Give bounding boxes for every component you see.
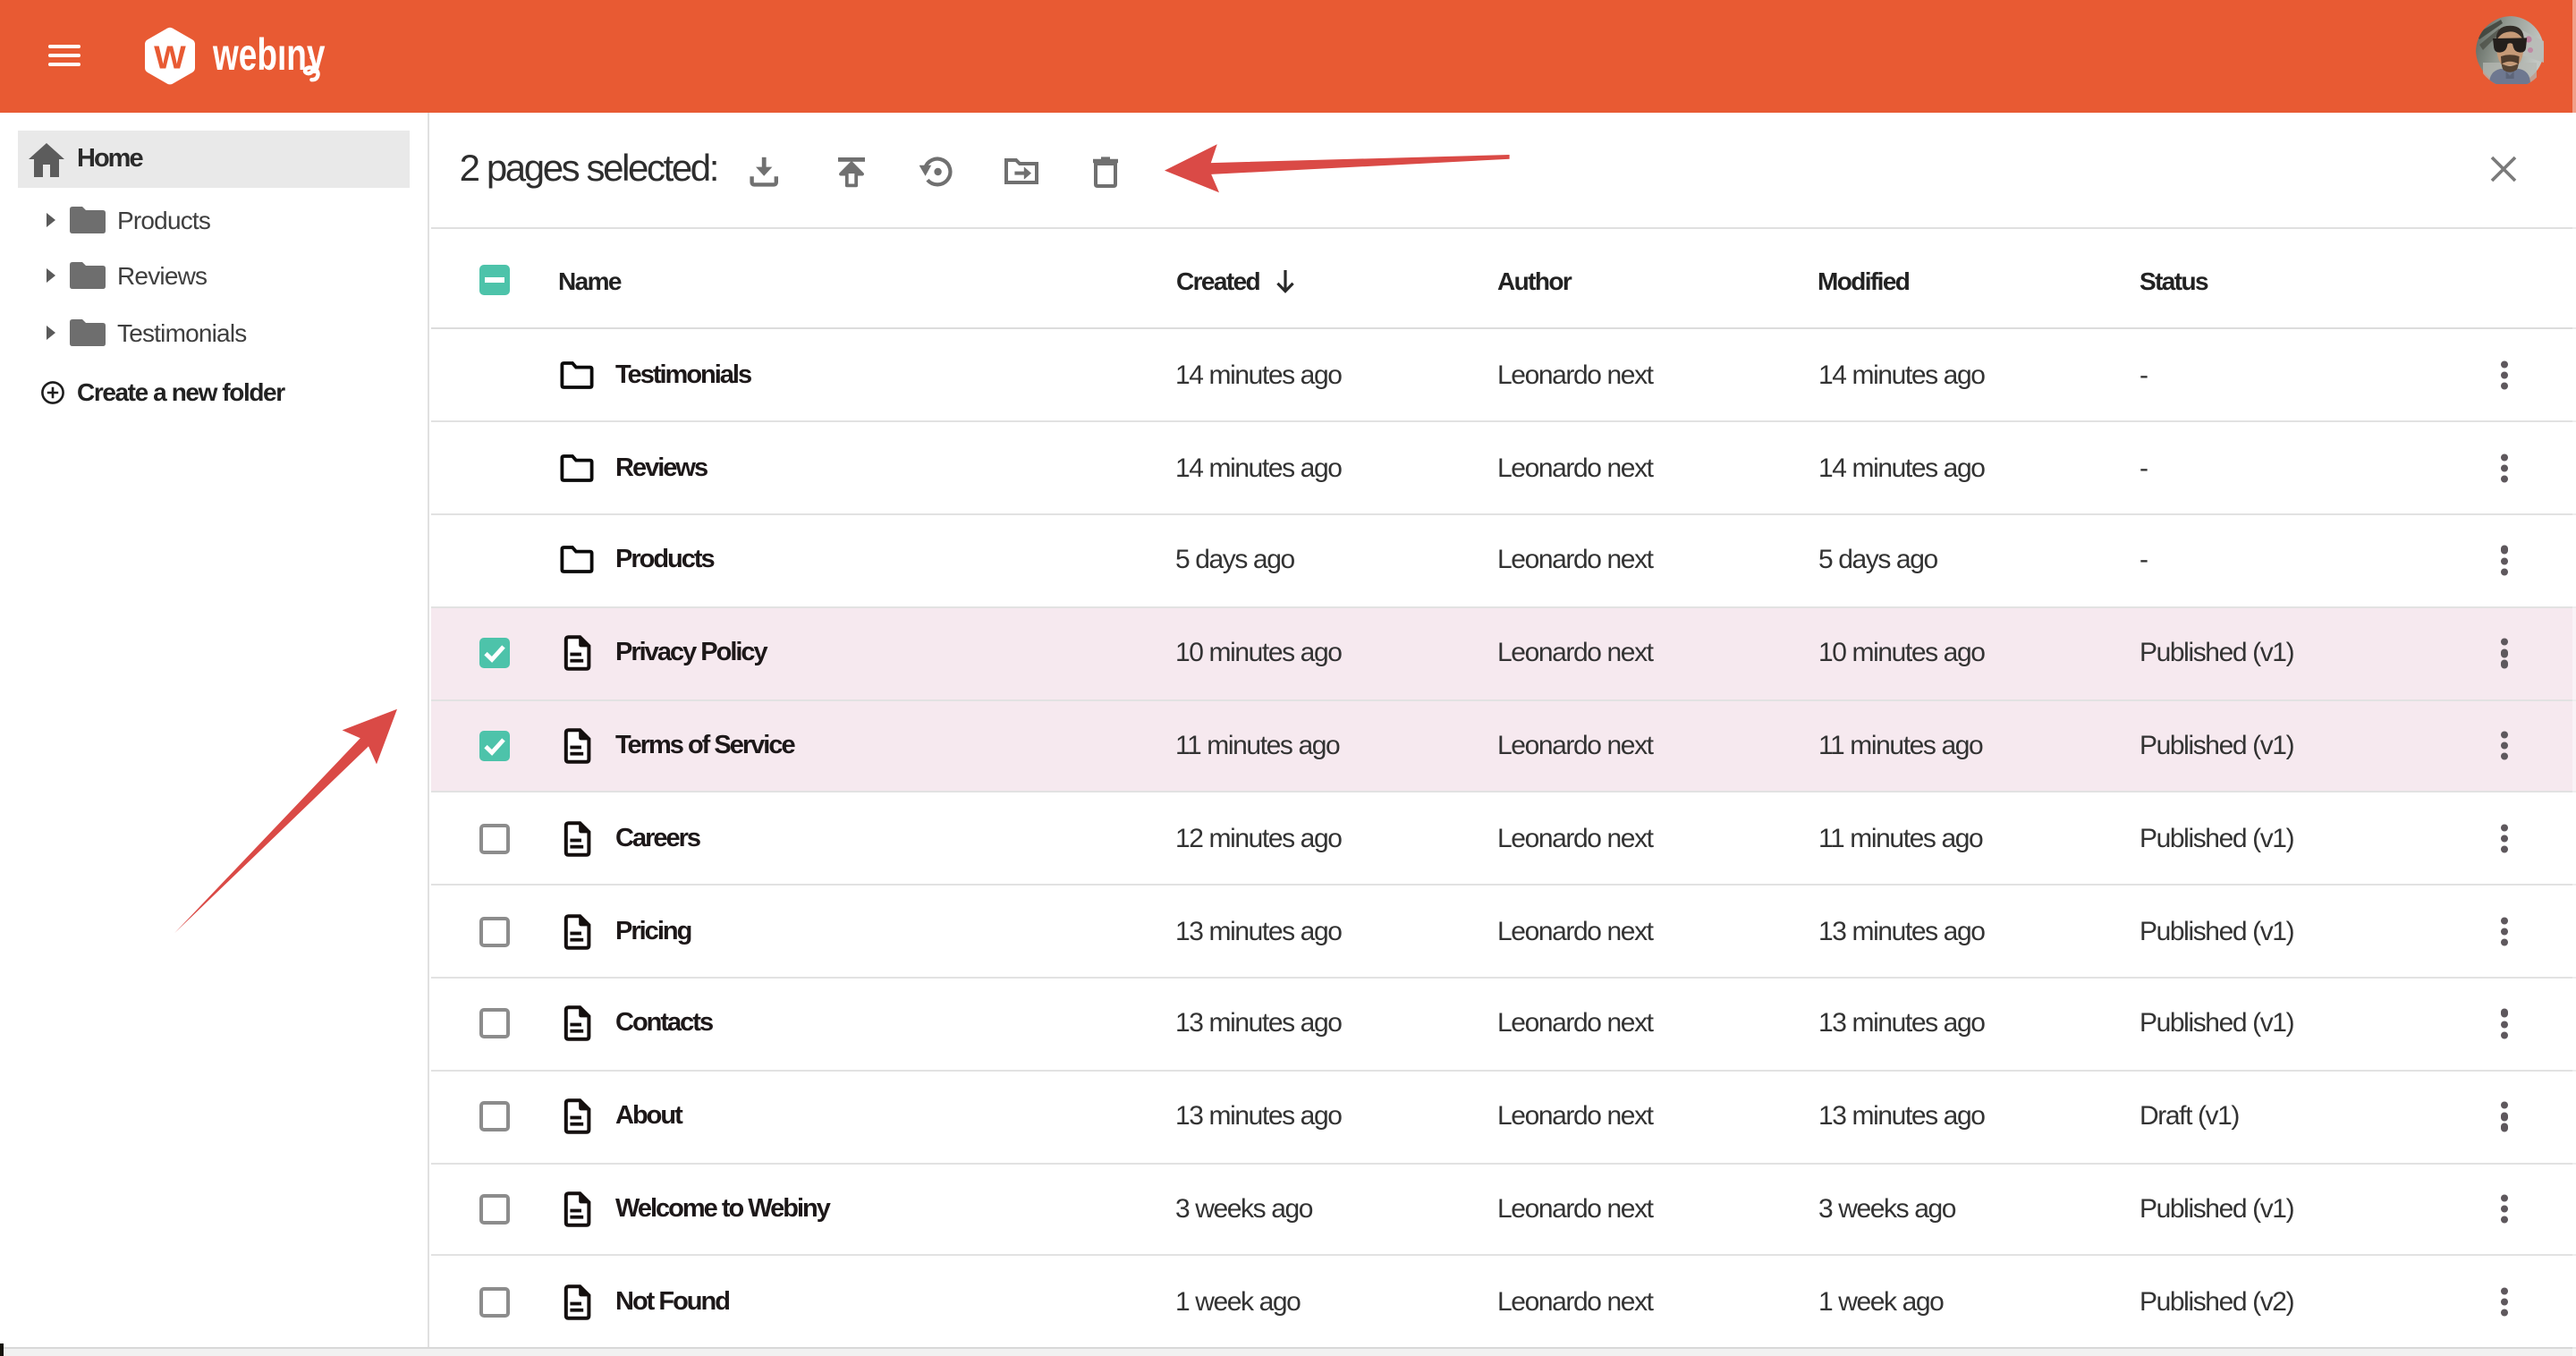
svg-text:W: W <box>154 39 186 75</box>
